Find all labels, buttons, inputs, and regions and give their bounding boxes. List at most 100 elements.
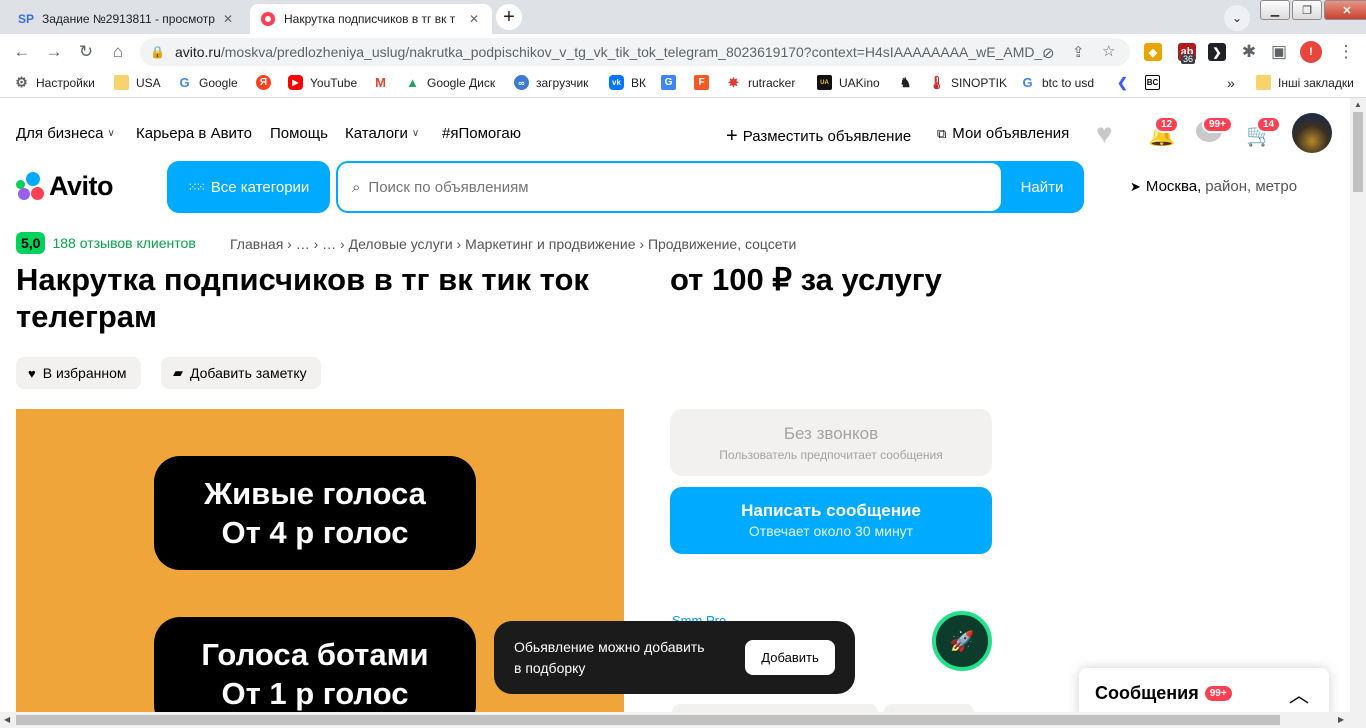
bookmark-vk[interactable]: vk ВК: [609, 75, 646, 90]
bookmark-label: USA: [136, 75, 161, 90]
nav-catalogs[interactable]: Каталоги ∨: [345, 125, 419, 142]
bookmark-star-icon[interactable]: ☆: [1102, 42, 1115, 60]
horizontal-scrollbar[interactable]: ◀ ▶: [0, 712, 1366, 728]
bookmark-chess[interactable]: ♞: [898, 75, 920, 90]
no-calls-button: Без звонков Пользователь предпочитает со…: [670, 409, 992, 476]
bookmark-youtube[interactable]: ▶ YouTube: [288, 75, 357, 90]
bookmark-sinoptik[interactable]: 🌡 SINOPTIK: [928, 75, 1007, 90]
nav-label: Для бизнеса: [16, 125, 104, 142]
listing-price: от 100 ₽ за услугу: [670, 262, 942, 297]
add-to-collection-button[interactable]: Добавить: [745, 640, 835, 675]
extension-arrow-icon[interactable]: ❯: [1208, 43, 1226, 61]
profile-alert-icon[interactable]: !: [1300, 41, 1322, 63]
nav-help[interactable]: Помощь: [270, 125, 328, 142]
reviews-link[interactable]: 188 отзывов клиентов: [52, 235, 195, 251]
nav-business[interactable]: Для бизнеса ∨: [16, 125, 115, 142]
tab-search-icon[interactable]: ⌄: [1224, 5, 1250, 31]
messages-badge: 99+: [1202, 116, 1233, 133]
share-icon[interactable]: ⇪: [1072, 43, 1085, 61]
seller-rating[interactable]: 5,0 188 отзывов клиентов: [16, 232, 196, 254]
browser-tab-avito[interactable]: Накрутка подписчиков в тг вк т ✕: [250, 4, 492, 34]
close-tab-icon[interactable]: ✕: [220, 12, 236, 26]
back-icon[interactable]: ←: [10, 40, 34, 64]
bookmark-f[interactable]: F: [694, 75, 716, 90]
blocked-icon[interactable]: ⊘: [1042, 44, 1055, 62]
my-ads-link[interactable]: ⧉ Мои объявления: [937, 125, 1069, 142]
favorite-button[interactable]: ♥ В избранном: [16, 357, 141, 389]
close-tab-icon[interactable]: ✕: [466, 12, 482, 26]
bookmark-uakino[interactable]: UA UAKino: [817, 75, 880, 90]
maximize-icon[interactable]: ❐: [1292, 0, 1322, 20]
bookmark-btc[interactable]: Gbtc to usd: [1020, 75, 1094, 90]
close-window-icon[interactable]: ✕: [1324, 0, 1366, 20]
new-tab-button[interactable]: +: [496, 4, 522, 30]
messages-panel-badge: 99+: [1204, 685, 1232, 701]
toast-text: Обьявление можно добавить: [514, 639, 705, 655]
sidepanel-icon[interactable]: ▣: [1267, 40, 1291, 64]
cart-badge: 14: [1256, 116, 1282, 133]
tab-title: Накрутка подписчиков в тг вк т: [284, 12, 456, 26]
vertical-scrollbar[interactable]: ▲: [1350, 98, 1366, 712]
all-categories-button[interactable]: ⁙⁙ Все категории: [167, 161, 330, 213]
nav-hashtag[interactable]: #яПомогаю: [442, 125, 521, 142]
browser-tab-zadanie[interactable]: SP Задание №2913811 - просмотр ✕: [8, 4, 246, 34]
reload-icon[interactable]: ↻: [74, 40, 98, 64]
bookmark-arrow[interactable]: ❮: [1115, 75, 1137, 90]
photo-block-live-votes: Живые голоса От 4 р голос: [154, 456, 476, 570]
messages-panel[interactable]: Сообщения 99+ ︿: [1079, 668, 1329, 718]
extension-badge: 36: [1181, 54, 1196, 64]
avito-logo[interactable]: Avito: [16, 171, 114, 202]
lock-icon[interactable]: 🔒: [150, 45, 165, 59]
vertical-scroll-thumb[interactable]: [1353, 112, 1363, 192]
plus-icon: +: [726, 125, 738, 147]
shield-extension-icon[interactable]: ◈: [1144, 43, 1162, 61]
scroll-left-arrow-icon[interactable]: ◀: [4, 715, 10, 724]
bookmarks-more-button[interactable]: »: [1227, 75, 1235, 91]
scroll-right-arrow-icon[interactable]: ▶: [1338, 715, 1344, 724]
breadcrumb[interactable]: Главная › … › … › Деловые услуги › Марке…: [230, 236, 796, 252]
location-selector[interactable]: ➤ Москва, район, метро: [1130, 178, 1297, 195]
bookmark-rutracker[interactable]: ✸ rutracker: [726, 75, 795, 90]
write-message-title: Написать сообщение: [741, 501, 921, 520]
forward-icon[interactable]: →: [42, 40, 66, 64]
search-input[interactable]: ⌕ Поиск по объявлениям: [338, 163, 1001, 211]
photo-text: От 4 р голос: [221, 515, 409, 550]
rutracker-icon: ✸: [728, 74, 739, 90]
bookmark-settings[interactable]: ⚙ Настройки: [14, 74, 95, 90]
bookmark-label: Google: [199, 75, 238, 90]
bookmark-google[interactable]: G Google: [177, 75, 238, 90]
add-note-button[interactable]: ▰ Добавить заметку: [161, 357, 321, 389]
bookmark-bc[interactable]: BC: [1145, 75, 1167, 90]
write-message-subtitle: Отвечает около 30 минут: [748, 523, 914, 539]
sp-favicon-icon: SP: [18, 12, 35, 26]
bookmark-translate[interactable]: G: [661, 75, 683, 90]
favorites-heart-icon[interactable]: ♥: [1096, 118, 1113, 150]
post-ad-link[interactable]: + Разместить объявление: [726, 125, 911, 148]
page-title: Накрутка подписчиков в тг вк тик ток тел…: [16, 262, 589, 334]
search-button[interactable]: Найти: [1000, 161, 1084, 213]
bookmark-zagruzchik[interactable]: ∞ загрузчик: [514, 75, 588, 90]
write-message-button[interactable]: Написать сообщение Отвечает около 30 мин…: [670, 487, 992, 554]
puzzle-icon[interactable]: ✱: [1237, 40, 1261, 64]
chevron-up-icon[interactable]: ︿: [1289, 679, 1309, 708]
url-host: avito.ru: [174, 44, 221, 60]
url-path: /moskva/predlozheniya_uslug/nakrutka_pod…: [220, 44, 1045, 60]
bookmark-yandex[interactable]: Я: [256, 75, 278, 90]
nav-career[interactable]: Карьера в Авито: [136, 125, 252, 142]
bookmark-drive[interactable]: ▲ Google Диск: [405, 75, 495, 90]
avito-favicon-icon: [260, 11, 276, 27]
scroll-up-arrow-icon[interactable]: ▲: [1354, 100, 1362, 109]
drive-icon: ▲: [406, 75, 419, 90]
avatar[interactable]: [1292, 113, 1332, 153]
minimize-icon[interactable]: ▁: [1260, 0, 1290, 20]
address-bar[interactable]: 🔒 avito.ru/moskva/predlozheniya_uslug/na…: [140, 38, 1130, 66]
menu-kebab-icon[interactable]: ⋮: [1334, 40, 1358, 64]
no-calls-title: Без звонков: [783, 424, 879, 443]
other-bookmarks[interactable]: Інші закладки: [1256, 75, 1354, 90]
rocket-fab-icon[interactable]: 🚀: [932, 611, 992, 671]
bookmark-label: YouTube: [310, 75, 358, 90]
horizontal-scroll-thumb[interactable]: [16, 715, 1280, 725]
home-icon[interactable]: ⌂: [106, 40, 130, 64]
bookmark-gmail[interactable]: M: [373, 75, 395, 90]
bookmark-usa[interactable]: USA: [114, 75, 161, 90]
